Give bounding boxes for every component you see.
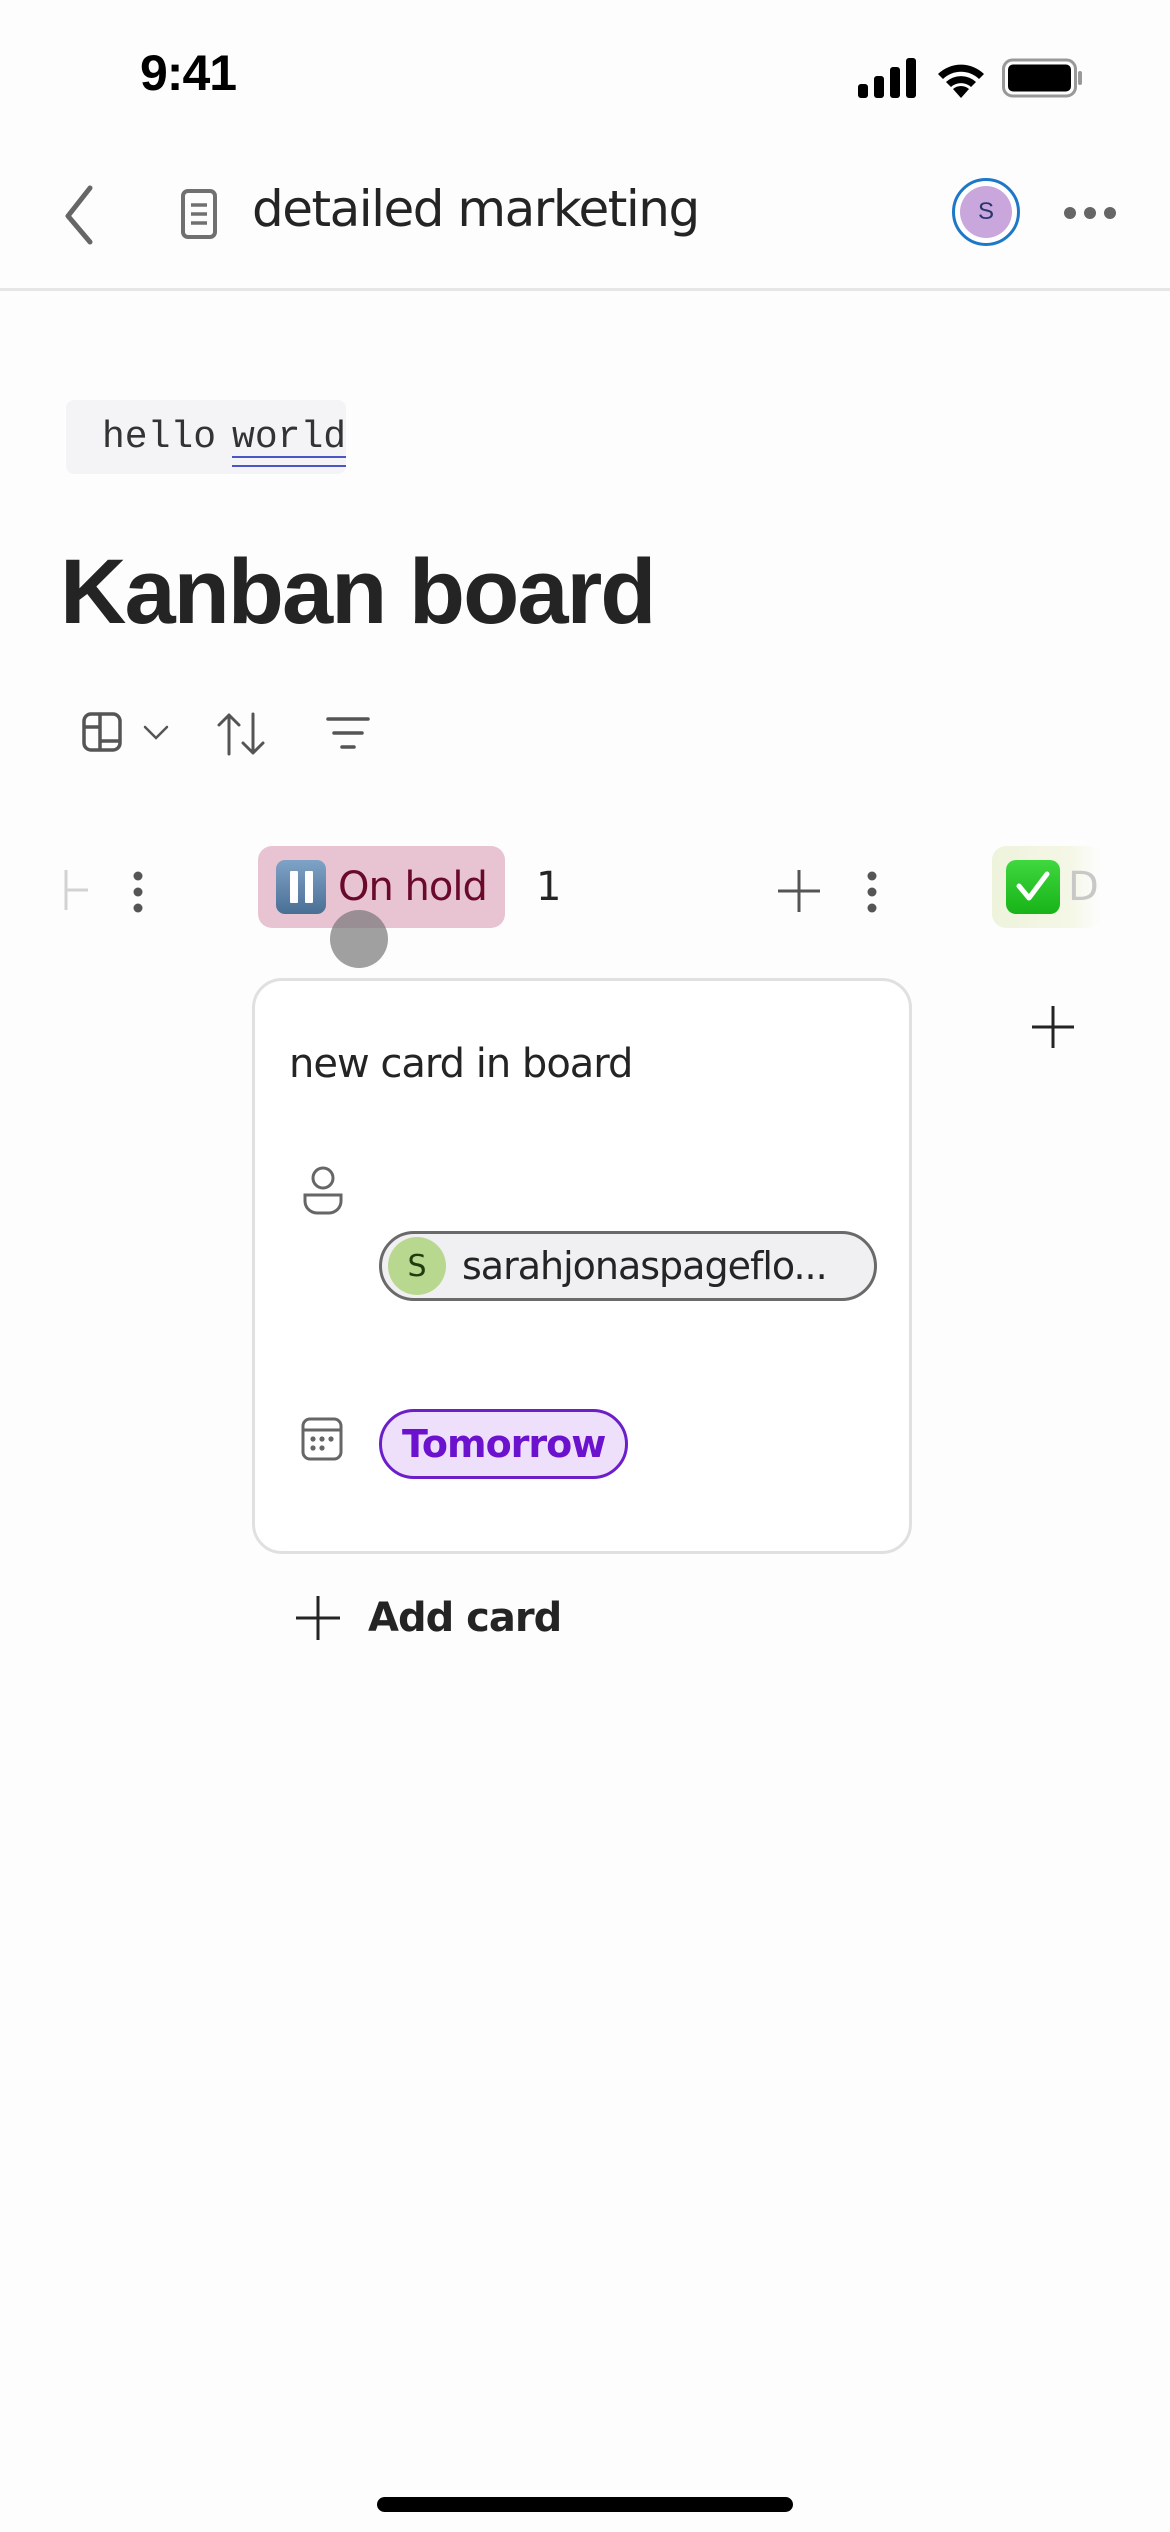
- column-header-on-hold[interactable]: On hold: [258, 846, 505, 928]
- chevron-left-icon[interactable]: [56, 180, 106, 250]
- page-title: Kanban board: [60, 541, 656, 643]
- home-indicator[interactable]: [377, 2497, 793, 2512]
- column-label: On hold: [338, 864, 488, 910]
- plus-icon: [296, 1596, 340, 1640]
- document-icon: [181, 189, 217, 239]
- wifi-icon: [938, 64, 984, 98]
- filter-icon[interactable]: [326, 716, 370, 750]
- document-title[interactable]: detailed marketing: [252, 180, 700, 238]
- pause-button-icon: [276, 860, 326, 914]
- code-word-hello: hello: [102, 415, 217, 459]
- avatar-initial: S: [960, 186, 1012, 238]
- add-card-label: Add card: [368, 1595, 562, 1641]
- chevron-down-icon[interactable]: [142, 724, 170, 742]
- board-layout-icon[interactable]: [82, 712, 122, 752]
- assignee-pill[interactable]: S sarahjonaspageflo...: [379, 1231, 877, 1301]
- inline-code-block[interactable]: hello world: [66, 400, 347, 474]
- add-card-button[interactable]: Add card: [294, 1594, 562, 1642]
- column-card-count: 1: [536, 864, 562, 910]
- check-mark-button-icon: [1006, 860, 1060, 914]
- touch-indicator: [330, 910, 388, 968]
- kanban-card[interactable]: new card in board S sarahjonaspageflo...…: [252, 978, 912, 1554]
- navigation-bar: detailed marketing S: [0, 140, 1170, 291]
- battery-icon: [1002, 58, 1082, 98]
- status-icons: [858, 58, 1084, 98]
- assignee-avatar: S: [388, 1237, 446, 1295]
- card-title: new card in board: [289, 1041, 633, 1087]
- person-icon: [303, 1166, 343, 1215]
- add-card-icon[interactable]: [1030, 1004, 1076, 1050]
- column-label: D: [1068, 864, 1099, 910]
- assignee-name: sarahjonaspageflo...: [462, 1244, 828, 1288]
- column-more-icon[interactable]: [862, 870, 882, 914]
- add-icon[interactable]: [776, 868, 822, 914]
- previous-column-add-icon[interactable]: [60, 868, 90, 912]
- sort-icon[interactable]: [216, 712, 266, 756]
- user-avatar[interactable]: S: [952, 178, 1020, 246]
- due-date-pill[interactable]: Tomorrow: [379, 1409, 629, 1479]
- status-time: 9:41: [140, 45, 237, 101]
- previous-column-more-icon[interactable]: [128, 870, 148, 914]
- code-word-world: world: [232, 415, 347, 467]
- more-horizontal-icon[interactable]: [1060, 198, 1120, 228]
- column-header-next[interactable]: D: [992, 846, 1102, 928]
- cellular-signal-icon: [858, 58, 916, 98]
- calendar-icon: [301, 1417, 343, 1461]
